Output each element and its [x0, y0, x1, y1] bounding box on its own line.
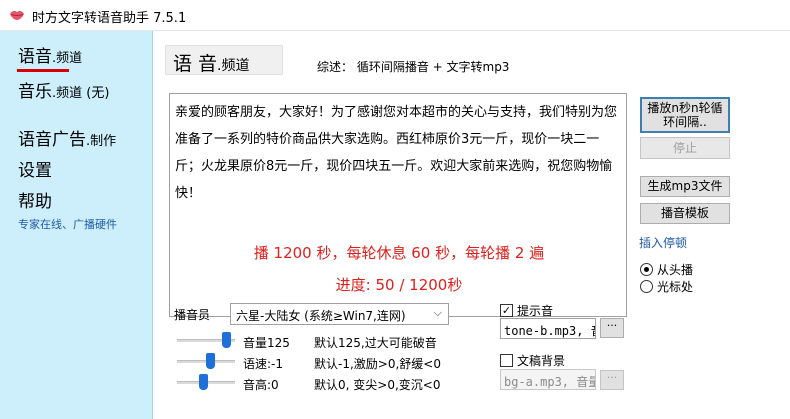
checkbox-box[interactable]	[500, 354, 513, 367]
active-underline	[17, 69, 69, 72]
voice-select[interactable]: 六星-大陆女 (系统≥Win7,连网) ⌵	[230, 303, 449, 325]
sidebar-item-help[interactable]: 帮助	[18, 192, 52, 212]
radio-label: 光标处	[657, 280, 694, 294]
radio-at-cursor[interactable]: 光标处	[640, 278, 693, 295]
volume-label: 音量125	[243, 336, 290, 350]
slider-thumb[interactable]	[199, 374, 208, 390]
background-file-field[interactable]: bg-a.mp3, 音量	[500, 369, 596, 390]
volume-hint: 默认125,过大可能破音	[314, 336, 437, 350]
progress-text: 进度: 50 / 1200秒	[335, 276, 463, 294]
prompt-sound-checkbox[interactable]: ✓ 提示音	[500, 302, 553, 319]
sidebar-item-suffix: .频道	[52, 51, 83, 66]
speed-hint: 默认-1,激励>0,舒缓<0	[314, 357, 441, 371]
checkbox-label: 提示音	[517, 304, 554, 318]
chevron-down-icon: ⌵	[433, 306, 442, 319]
radio-from-start[interactable]: 从头播	[640, 261, 693, 278]
voice-select-value: 六星-大陆女 (系统≥Win7,连网)	[236, 309, 406, 323]
sidebar-item-music-channel[interactable]: 音乐.频道 (无)	[18, 82, 109, 104]
pitch-slider[interactable]	[177, 374, 235, 390]
sidebar-item-label: 帮助	[18, 192, 52, 212]
speed-slider[interactable]	[177, 353, 235, 369]
script-text[interactable]: 亲爱的顾客朋友，大家好！为了感谢您对本超市的关心与支持，我们特别为您准备了一系列…	[175, 99, 620, 207]
sidebar-item-label: 语音广告	[18, 130, 86, 150]
broadcast-template-button[interactable]: 播音模板	[640, 203, 730, 224]
sidebar-item-label: 语音	[18, 47, 52, 67]
sidebar-item-voice-channel[interactable]: 语音.频道	[18, 47, 82, 69]
volume-slider[interactable]	[177, 332, 235, 348]
slider-thumb[interactable]	[222, 332, 231, 348]
speed-label: 语速:-1	[243, 357, 284, 371]
help-subtext[interactable]: 专家在线、广播硬件	[18, 216, 117, 232]
play-info-text: 播 1200 秒，每轮休息 60 秒，每轮播 2 遍	[253, 244, 545, 262]
page-title-main: 语 音	[173, 53, 218, 75]
pitch-hint: 默认0, 变尖>0,变沉<0	[314, 378, 441, 392]
background-checkbox[interactable]: 文稿背景	[500, 352, 565, 369]
background-browse-button[interactable]: ···	[600, 370, 624, 390]
sidebar-item-label: 设置	[18, 161, 52, 181]
insert-pause-link[interactable]: 插入停顿	[639, 234, 687, 251]
sidebar-item-label: 音乐	[18, 82, 52, 102]
title-bar: 时方文字转语音助手 7.5.1	[0, 0, 790, 31]
prompt-sound-file-field[interactable]: tone-b.mp3, 音	[500, 318, 596, 339]
radio-label: 从头播	[657, 263, 694, 277]
page-title-suffix: .频道	[217, 58, 250, 74]
page-title: 语 音.频道	[173, 49, 250, 76]
pitch-label: 音高:0	[243, 378, 279, 392]
voice-label: 播音员	[174, 308, 211, 322]
script-textarea[interactable]: 亲爱的顾客朋友，大家好！为了感谢您对本超市的关心与支持，我们特别为您准备了一系列…	[169, 93, 627, 317]
window-title: 时方文字转语音助手 7.5.1	[32, 11, 187, 26]
sidebar-item-voice-ad[interactable]: 语音广告.制作	[18, 130, 116, 152]
lips-icon	[10, 10, 24, 20]
main-panel: 语 音.频道 综述： 循环间隔播音 + 文字转mp3 亲爱的顾客朋友，大家好！为…	[153, 31, 790, 419]
play-loop-button[interactable]: 播放n秒n轮循环间隔..	[640, 97, 730, 133]
checkbox-label: 文稿背景	[517, 354, 566, 368]
generate-mp3-button[interactable]: 生成mp3文件	[640, 176, 730, 197]
sidebar-item-settings[interactable]: 设置	[18, 161, 52, 181]
radio-button[interactable]	[640, 263, 653, 276]
summary-text: 综述： 循环间隔播音 + 文字转mp3	[317, 60, 510, 74]
slider-thumb[interactable]	[206, 353, 215, 369]
sidebar-item-suffix: .制作	[86, 134, 117, 149]
stop-button[interactable]: 停止	[640, 137, 730, 159]
radio-button[interactable]	[640, 280, 653, 293]
checkbox-box[interactable]: ✓	[500, 304, 513, 317]
sidebar-item-suffix: .频道 (无)	[52, 86, 110, 101]
sidebar: 语音.频道 音乐.频道 (无) 语音广告.制作 设置 帮助 专家在线、广播硬件	[0, 31, 153, 419]
prompt-sound-browse-button[interactable]: ···	[600, 318, 624, 338]
